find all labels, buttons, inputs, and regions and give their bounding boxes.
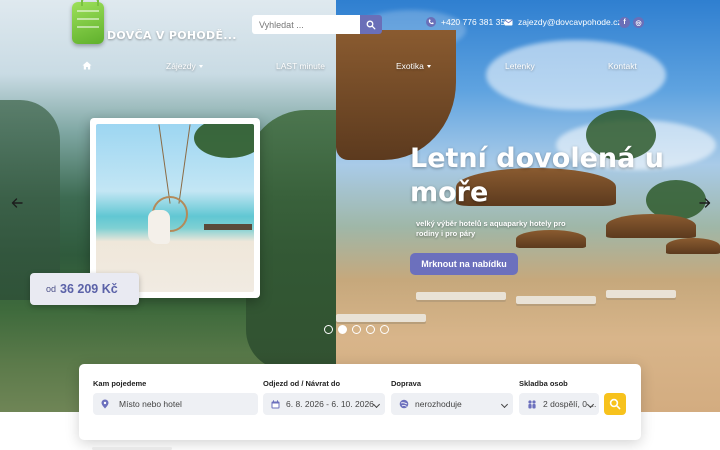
transport-value: nerozhoduje <box>415 399 462 409</box>
chevron-down-icon <box>500 400 509 409</box>
people-icon <box>528 399 536 408</box>
persons-label: Skladba osob <box>519 379 568 388</box>
slider-dot[interactable] <box>380 325 389 334</box>
calendar-icon <box>271 399 280 408</box>
arrow-left-icon <box>11 198 23 208</box>
search-icon <box>366 20 376 29</box>
nav-label: Letenky <box>505 61 535 71</box>
search-icon <box>609 398 621 410</box>
caret-down-icon <box>426 64 431 68</box>
search-submit-button[interactable] <box>604 393 626 415</box>
transport-select[interactable]: nerozhoduje <box>391 393 513 415</box>
offer-photo <box>96 124 254 292</box>
globe-plane-icon <box>399 399 409 409</box>
nav-item-kontakt[interactable]: Kontakt <box>608 61 637 71</box>
cta-button[interactable]: Mrknout na nabídku <box>410 253 518 275</box>
location-pin-icon <box>101 399 109 409</box>
persons-select[interactable]: 2 dospělí, 0 ... <box>519 393 599 415</box>
price-badge: od 36 209 Kč <box>30 273 139 305</box>
slide-subtitle: velký výběr hotelů s aquaparky hotely pr… <box>416 219 566 238</box>
slider-next-button[interactable] <box>698 196 712 210</box>
mail-icon <box>504 19 513 26</box>
nav-label: Zájezdy <box>166 61 196 71</box>
destination-label: Kam pojedeme <box>93 379 147 388</box>
slider-dot-active[interactable] <box>338 325 347 334</box>
dates-label: Odjezd od / Návrat do <box>263 379 341 388</box>
nav-item-exotika[interactable]: Exotika <box>396 61 431 71</box>
destination-placeholder: Místo nebo hotel <box>119 399 182 409</box>
caret-down-icon <box>198 64 203 68</box>
facebook-icon[interactable]: f <box>619 17 630 28</box>
slider-dot[interactable] <box>324 325 333 334</box>
search-button[interactable] <box>360 15 382 34</box>
dates-value: 6. 8. 2026 - 6. 10. 2026 <box>286 399 374 409</box>
chevron-down-icon <box>372 400 381 409</box>
brand-logo[interactable]: DOVČA V POHODĚ... <box>70 0 236 48</box>
nav-item-home[interactable] <box>82 61 92 70</box>
destination-field[interactable]: Místo nebo hotel <box>93 393 258 415</box>
nav-item-letenky[interactable]: Letenky <box>505 61 535 71</box>
nav-label: Kontakt <box>608 61 637 71</box>
nav-label: Exotika <box>396 61 424 71</box>
slide-title: Letní dovolená u moře <box>410 143 664 208</box>
nav-item-last-minute[interactable]: LAST minute <box>276 61 325 71</box>
price-value: 36 209 Kč <box>60 282 118 296</box>
dates-field[interactable]: 6. 8. 2026 - 6. 10. 2026 <box>263 393 385 415</box>
main-nav: Zájezdy LAST minute Exotika Letenky Kont… <box>0 61 720 77</box>
instagram-icon[interactable]: ◎ <box>633 17 644 28</box>
slider-dot[interactable] <box>352 325 361 334</box>
contact-email[interactable]: zajezdy@dovcavpohode.cz <box>504 17 622 27</box>
email-address: zajezdy@dovcavpohode.cz <box>518 17 622 27</box>
site-search <box>252 15 382 34</box>
slider-dot[interactable] <box>366 325 375 334</box>
transport-label: Doprava <box>391 379 422 388</box>
contact-phone[interactable]: +420 776 381 351 <box>426 17 510 27</box>
suitcase-icon <box>72 0 104 44</box>
search-input[interactable] <box>252 15 360 34</box>
nav-item-zajezdy[interactable]: Zájezdy <box>166 61 203 71</box>
price-prefix: od <box>46 284 57 294</box>
nav-label: LAST minute <box>276 61 325 71</box>
brand-name: DOVČA V POHODĚ... <box>107 29 237 42</box>
home-icon <box>82 61 92 70</box>
booking-search-panel: Kam pojedeme Místo nebo hotel Odjezd od … <box>79 364 641 440</box>
phone-number: +420 776 381 351 <box>441 17 510 27</box>
slider-prev-button[interactable] <box>10 196 24 210</box>
offer-photo-card[interactable] <box>90 118 260 298</box>
slider-dots <box>324 325 389 334</box>
page: DOVČA V POHODĚ... +420 776 381 351 zajez… <box>0 0 720 450</box>
arrow-right-icon <box>699 198 711 208</box>
phone-icon <box>426 17 436 27</box>
